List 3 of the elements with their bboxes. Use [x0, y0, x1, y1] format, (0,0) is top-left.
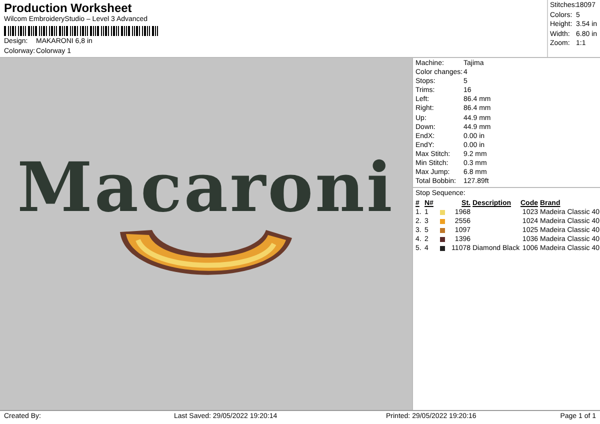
barcode-icon — [4, 26, 159, 36]
worksheet-title: Production Worksheet — [4, 1, 133, 15]
design-lettering: Macaroni — [17, 150, 394, 226]
